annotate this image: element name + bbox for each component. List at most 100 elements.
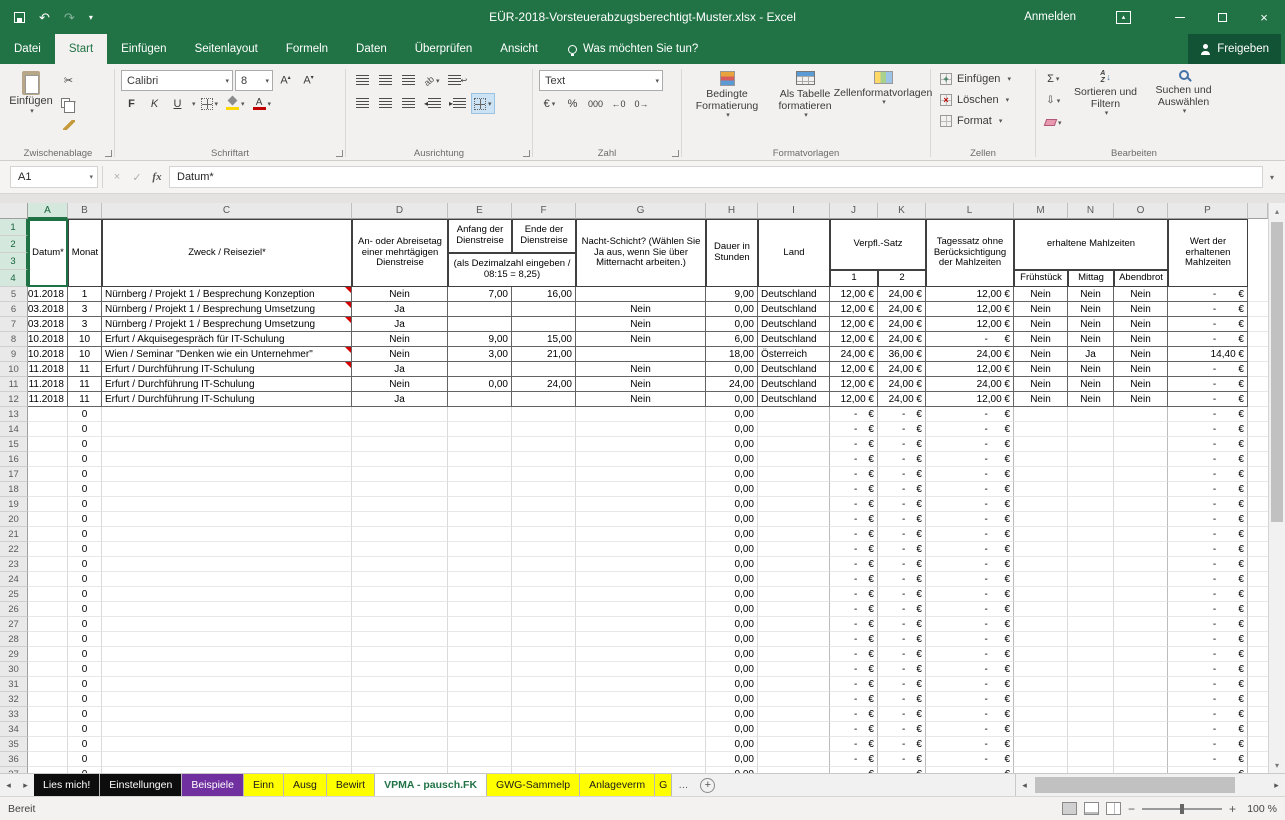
cell-I19[interactable]: [758, 497, 830, 512]
cell-J16[interactable]: - €: [830, 452, 878, 467]
cell-D31[interactable]: [352, 677, 448, 692]
close-button[interactable]: ×: [1243, 0, 1285, 34]
header-cell-d[interactable]: An- oder Abreisetag einer mehrtägigen Di…: [352, 219, 448, 287]
row-header-32[interactable]: 32: [0, 692, 28, 707]
cell-L20[interactable]: - €: [926, 512, 1014, 527]
cell-D36[interactable]: [352, 752, 448, 767]
cell-E15[interactable]: [448, 437, 512, 452]
cell-N34[interactable]: [1068, 722, 1114, 737]
cell-L9[interactable]: 24,00 €: [926, 347, 1014, 362]
cell-P30[interactable]: - €: [1168, 662, 1248, 677]
cell-styles-button[interactable]: Zellenformatvorlagen ▾: [844, 68, 922, 120]
cell-K7[interactable]: 24,00 €: [878, 317, 926, 332]
cell-A15[interactable]: [28, 437, 68, 452]
cell-J6[interactable]: 12,00 €: [830, 302, 878, 317]
cell-H35[interactable]: 0,00: [706, 737, 758, 752]
cell-B36[interactable]: 0: [68, 752, 102, 767]
cell-D23[interactable]: [352, 557, 448, 572]
cell-A20[interactable]: [28, 512, 68, 527]
zoom-level[interactable]: 100 %: [1243, 803, 1277, 815]
cell-B35[interactable]: 0: [68, 737, 102, 752]
cell-A28[interactable]: [28, 632, 68, 647]
cell-F20[interactable]: [512, 512, 576, 527]
cell-M9[interactable]: Nein: [1014, 347, 1068, 362]
cell-N25[interactable]: [1068, 587, 1114, 602]
cell-N6[interactable]: Nein: [1068, 302, 1114, 317]
cell-B34[interactable]: 0: [68, 722, 102, 737]
cell-C29[interactable]: [102, 647, 352, 662]
cell-C20[interactable]: [102, 512, 352, 527]
cell-E29[interactable]: [448, 647, 512, 662]
cell-K15[interactable]: - €: [878, 437, 926, 452]
format-as-table-button[interactable]: Als Tabelle formatieren ▾: [766, 68, 844, 120]
row-header-14[interactable]: 14: [0, 422, 28, 437]
cell-K33[interactable]: - €: [878, 707, 926, 722]
cell-L21[interactable]: - €: [926, 527, 1014, 542]
cell-B7[interactable]: 3: [68, 317, 102, 332]
cell-F11[interactable]: 24,00: [512, 377, 576, 392]
cell-I30[interactable]: [758, 662, 830, 677]
cell-A22[interactable]: [28, 542, 68, 557]
cell-A36[interactable]: [28, 752, 68, 767]
cell-J8[interactable]: 12,00 €: [830, 332, 878, 347]
vertical-scrollbar[interactable]: ▴ ▾: [1268, 203, 1285, 773]
cell-P29[interactable]: - €: [1168, 647, 1248, 662]
cell-F10[interactable]: [512, 362, 576, 377]
cell-E28[interactable]: [448, 632, 512, 647]
cell-B15[interactable]: 0: [68, 437, 102, 452]
cell-D26[interactable]: [352, 602, 448, 617]
cell-G26[interactable]: [576, 602, 706, 617]
cell-E27[interactable]: [448, 617, 512, 632]
cell-O23[interactable]: [1114, 557, 1168, 572]
cell-I20[interactable]: [758, 512, 830, 527]
cell-F28[interactable]: [512, 632, 576, 647]
cell-I18[interactable]: [758, 482, 830, 497]
cell-P20[interactable]: - €: [1168, 512, 1248, 527]
cell-N8[interactable]: Nein: [1068, 332, 1114, 347]
cell-C13[interactable]: [102, 407, 352, 422]
chevron-down-icon[interactable]: ▾: [192, 100, 196, 108]
cell-I29[interactable]: [758, 647, 830, 662]
cell-F22[interactable]: [512, 542, 576, 557]
cell-K12[interactable]: 24,00 €: [878, 392, 926, 407]
cell-G29[interactable]: [576, 647, 706, 662]
sheet-tab-vpma-pausch-fk[interactable]: VPMA - pausch.FK: [375, 774, 487, 796]
cell-I10[interactable]: Deutschland: [758, 362, 830, 377]
cell-K28[interactable]: - €: [878, 632, 926, 647]
cell-H10[interactable]: 0,00: [706, 362, 758, 377]
cell-H16[interactable]: 0,00: [706, 452, 758, 467]
cell-A7[interactable]: 16.03.2018: [28, 317, 68, 332]
cell-N31[interactable]: [1068, 677, 1114, 692]
row-header-30[interactable]: 30: [0, 662, 28, 677]
cell-C8[interactable]: Erfurt / Akquisegespräch für IT-Schulung: [102, 332, 352, 347]
borders-button[interactable]: ▾: [198, 93, 222, 114]
font-name-select[interactable]: Calibri▾: [121, 70, 233, 91]
cell-F14[interactable]: [512, 422, 576, 437]
cell-O30[interactable]: [1114, 662, 1168, 677]
cell-F21[interactable]: [512, 527, 576, 542]
cell-F8[interactable]: 15,00: [512, 332, 576, 347]
cell-A5[interactable]: 15.01.2018: [28, 287, 68, 302]
cell-L34[interactable]: - €: [926, 722, 1014, 737]
cell-M15[interactable]: [1014, 437, 1068, 452]
row-header-12[interactable]: 12: [0, 392, 28, 407]
fill-color-button[interactable]: ▾: [223, 93, 248, 114]
cell-O31[interactable]: [1114, 677, 1168, 692]
cell-D16[interactable]: [352, 452, 448, 467]
header-cell-m-sub[interactable]: Frühstück: [1014, 270, 1068, 287]
cell-N19[interactable]: [1068, 497, 1114, 512]
column-header-B[interactable]: B: [68, 203, 102, 219]
cell-P14[interactable]: - €: [1168, 422, 1248, 437]
cell-D12[interactable]: Ja: [352, 392, 448, 407]
formula-input[interactable]: Datum*: [169, 166, 1263, 188]
row-header-17[interactable]: 17: [0, 467, 28, 482]
cell-A9[interactable]: 20.10.2018: [28, 347, 68, 362]
cell-F25[interactable]: [512, 587, 576, 602]
cell-P12[interactable]: - €: [1168, 392, 1248, 407]
column-header-A[interactable]: A: [28, 203, 68, 219]
cell-I33[interactable]: [758, 707, 830, 722]
cell-J17[interactable]: - €: [830, 467, 878, 482]
cell-P36[interactable]: - €: [1168, 752, 1248, 767]
ribbon-display-options-icon[interactable]: ▴: [1116, 11, 1131, 24]
column-header-D[interactable]: D: [352, 203, 448, 219]
